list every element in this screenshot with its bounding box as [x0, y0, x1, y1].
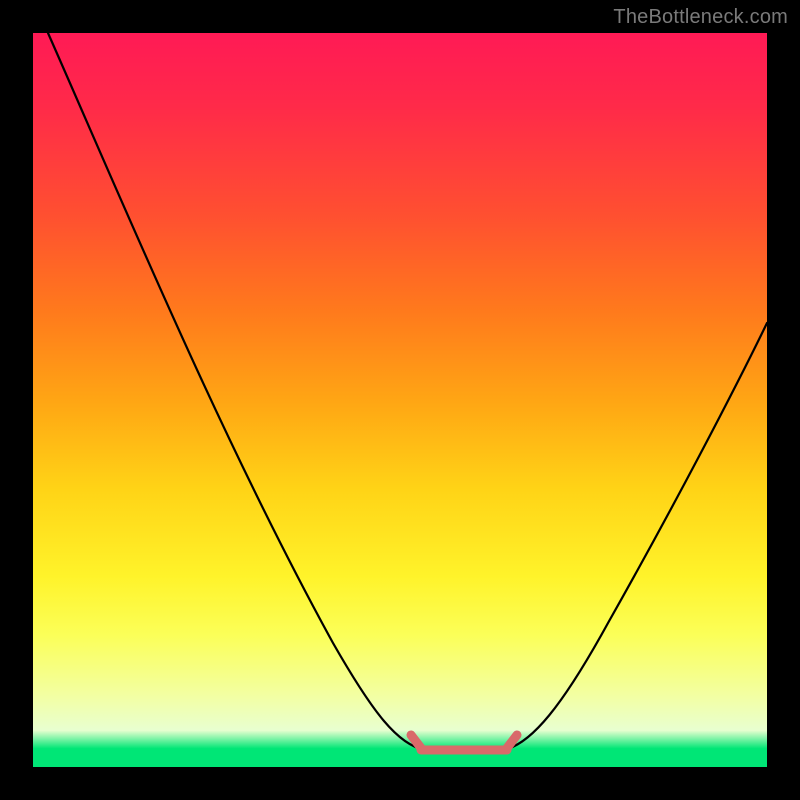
watermark-text: TheBottleneck.com	[613, 6, 788, 29]
trough-marker	[411, 735, 517, 750]
chart-frame: TheBottleneck.com	[0, 0, 800, 800]
curve-layer	[33, 33, 767, 767]
bottleneck-curve	[48, 33, 767, 750]
